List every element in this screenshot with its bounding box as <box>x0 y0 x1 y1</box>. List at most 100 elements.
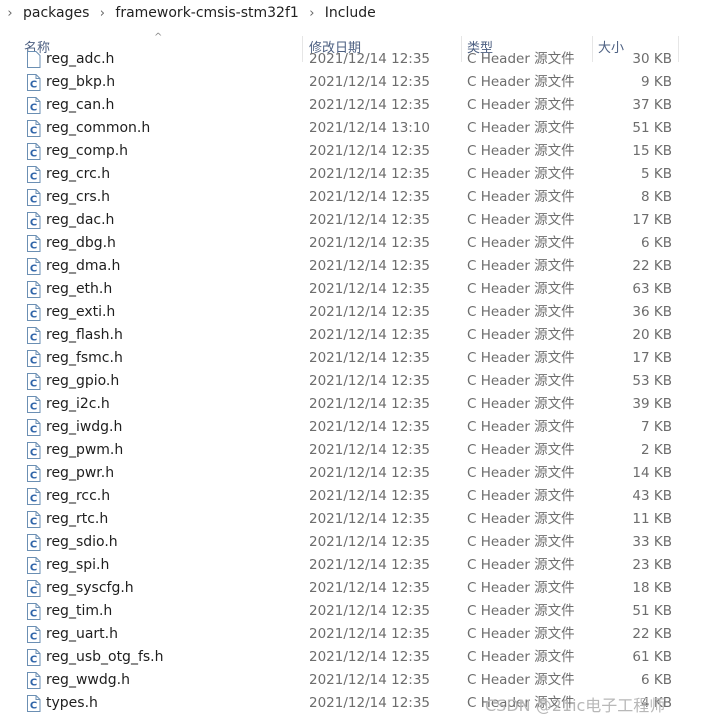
file-type: C Header 源文件 <box>467 350 575 366</box>
svg-text:C: C <box>30 425 37 436</box>
c-header-file-icon: C <box>27 534 41 551</box>
file-date: 2021/12/14 12:35 <box>309 350 431 366</box>
file-row[interactable]: Creg_dma.h 2021/12/14 12:35 C Header 源文件 22… <box>0 255 715 278</box>
partial-row[interactable]: reg_adc.h 2021/12/14 12:35 C Header 源文件 … <box>0 51 715 71</box>
file-name: reg_crc.h <box>46 166 111 182</box>
chevron-right-icon[interactable]: › <box>302 6 322 21</box>
file-name: reg_usb_otg_fs.h <box>46 649 164 665</box>
file-type: C Header 源文件 <box>467 488 575 504</box>
file-date: 2021/12/14 12:35 <box>309 235 431 251</box>
file-row[interactable]: Creg_rtc.h 2021/12/14 12:35 C Header 源文件 11… <box>0 508 715 531</box>
file-name: reg_flash.h <box>46 327 123 343</box>
file-row[interactable]: Creg_common.h 2021/12/14 13:10 C Header 源文… <box>0 117 715 140</box>
file-size: 5 KB <box>641 166 672 182</box>
file-row[interactable]: Creg_pwr.h 2021/12/14 12:35 C Header 源文件 14… <box>0 462 715 485</box>
file-date: 2021/12/14 12:35 <box>309 534 431 550</box>
file-type: C Header 源文件 <box>467 534 575 550</box>
svg-text:C: C <box>30 149 37 160</box>
file-name: reg_tim.h <box>46 603 113 619</box>
file-row[interactable]: Creg_dac.h 2021/12/14 12:35 C Header 源文件 17… <box>0 209 715 232</box>
c-header-file-icon: C <box>27 649 41 666</box>
c-header-file-icon: C <box>27 120 41 137</box>
file-row[interactable]: Creg_flash.h 2021/12/14 12:35 C Header 源文件… <box>0 324 715 347</box>
file-row[interactable]: Creg_can.h 2021/12/14 12:35 C Header 源文件 37… <box>0 94 715 117</box>
c-header-file-icon: C <box>27 350 41 367</box>
svg-text:C: C <box>30 701 37 712</box>
breadcrumb-include[interactable]: Include <box>322 5 379 21</box>
file-type: C Header 源文件 <box>467 120 575 136</box>
file-size: 51 KB <box>632 603 672 619</box>
watermark: CSDN @21ic电子工程师 <box>485 696 666 715</box>
file-type: C Header 源文件 <box>467 580 575 596</box>
file-size: 11 KB <box>632 511 672 527</box>
c-header-file-icon: C <box>27 281 41 298</box>
chevron-right-icon[interactable]: › <box>92 6 112 21</box>
c-header-file-icon: C <box>27 235 41 252</box>
file-type: C Header 源文件 <box>467 327 575 343</box>
svg-text:C: C <box>30 448 37 459</box>
file-type: C Header 源文件 <box>467 189 575 205</box>
file-row[interactable]: Creg_exti.h 2021/12/14 12:35 C Header 源文件 3… <box>0 301 715 324</box>
file-name: reg_crs.h <box>46 189 111 205</box>
file-size: 61 KB <box>632 649 672 665</box>
file-name: reg_iwdg.h <box>46 419 123 435</box>
file-date: 2021/12/14 12:35 <box>309 258 431 274</box>
file-name: reg_fsmc.h <box>46 350 123 366</box>
file-date: 2021/12/14 12:35 <box>309 281 431 297</box>
svg-text:C: C <box>30 103 37 114</box>
file-type: C Header 源文件 <box>467 51 575 67</box>
file-row[interactable]: Creg_sdio.h 2021/12/14 12:35 C Header 源文件 3… <box>0 531 715 554</box>
file-row[interactable]: Creg_rcc.h 2021/12/14 12:35 C Header 源文件 43… <box>0 485 715 508</box>
file-row[interactable]: Creg_i2c.h 2021/12/14 12:35 C Header 源文件 39… <box>0 393 715 416</box>
file-row[interactable]: Creg_dbg.h 2021/12/14 12:35 C Header 源文件 6 … <box>0 232 715 255</box>
c-header-file-icon: C <box>27 419 41 436</box>
file-row[interactable]: Creg_wwdg.h 2021/12/14 12:35 C Header 源文件 6… <box>0 669 715 692</box>
file-name: reg_gpio.h <box>46 373 120 389</box>
file-date: 2021/12/14 12:35 <box>309 626 431 642</box>
breadcrumb-packages[interactable]: packages <box>20 5 92 21</box>
c-header-file-icon: C <box>27 695 41 712</box>
file-row[interactable]: Creg_fsmc.h 2021/12/14 12:35 C Header 源文件 1… <box>0 347 715 370</box>
file-date: 2021/12/14 12:35 <box>309 189 431 205</box>
c-header-file-icon: C <box>27 304 41 321</box>
file-row[interactable]: Creg_spi.h 2021/12/14 12:35 C Header 源文件 23… <box>0 554 715 577</box>
file-size: 20 KB <box>632 327 672 343</box>
file-size: 6 KB <box>641 235 672 251</box>
svg-text:C: C <box>30 356 37 367</box>
file-size: 43 KB <box>632 488 672 504</box>
svg-text:C: C <box>30 379 37 390</box>
file-row[interactable]: Creg_tim.h 2021/12/14 12:35 C Header 源文件 51… <box>0 600 715 623</box>
file-row[interactable]: Creg_eth.h 2021/12/14 12:35 C Header 源文件 63… <box>0 278 715 301</box>
file-row[interactable]: Creg_syscfg.h 2021/12/14 12:35 C Header 源文… <box>0 577 715 600</box>
file-size: 8 KB <box>641 189 672 205</box>
svg-text:C: C <box>30 241 37 252</box>
file-name: reg_dbg.h <box>46 235 116 251</box>
c-header-file-icon: C <box>27 258 41 275</box>
file-size: 23 KB <box>632 557 672 573</box>
c-header-file-icon: C <box>27 327 41 344</box>
file-date: 2021/12/14 12:35 <box>309 442 431 458</box>
file-row[interactable]: Creg_crs.h 2021/12/14 12:35 C Header 源文件 8 … <box>0 186 715 209</box>
file-row[interactable]: Creg_comp.h 2021/12/14 12:35 C Header 源文件 1… <box>0 140 715 163</box>
file-row[interactable]: Creg_iwdg.h 2021/12/14 12:35 C Header 源文件 7… <box>0 416 715 439</box>
file-type: C Header 源文件 <box>467 672 575 688</box>
file-size: 22 KB <box>632 258 672 274</box>
file-name: reg_wwdg.h <box>46 672 130 688</box>
svg-text:C: C <box>30 333 37 344</box>
file-row[interactable]: Creg_pwm.h 2021/12/14 12:35 C Header 源文件 2 … <box>0 439 715 462</box>
file-date: 2021/12/14 12:35 <box>309 396 431 412</box>
chevron-right-icon[interactable]: › <box>0 6 20 21</box>
c-header-file-icon: C <box>27 511 41 528</box>
file-size: 22 KB <box>632 626 672 642</box>
file-row[interactable]: Creg_gpio.h 2021/12/14 12:35 C Header 源文件 5… <box>0 370 715 393</box>
breadcrumb-framework[interactable]: framework-cmsis-stm32f1 <box>112 5 301 21</box>
file-row[interactable]: Creg_crc.h 2021/12/14 12:35 C Header 源文件 5 … <box>0 163 715 186</box>
file-type: C Header 源文件 <box>467 235 575 251</box>
file-row[interactable]: Creg_usb_otg_fs.h 2021/12/14 12:35 C Heade… <box>0 646 715 669</box>
file-date: 2021/12/14 12:35 <box>309 465 431 481</box>
file-size: 17 KB <box>632 350 672 366</box>
file-row[interactable]: Creg_uart.h 2021/12/14 12:35 C Header 源文件 2… <box>0 623 715 646</box>
file-row[interactable]: Creg_bkp.h 2021/12/14 12:35 C Header 源文件 9 … <box>0 71 715 94</box>
file-date: 2021/12/14 12:35 <box>309 603 431 619</box>
file-date: 2021/12/14 12:35 <box>309 143 431 159</box>
